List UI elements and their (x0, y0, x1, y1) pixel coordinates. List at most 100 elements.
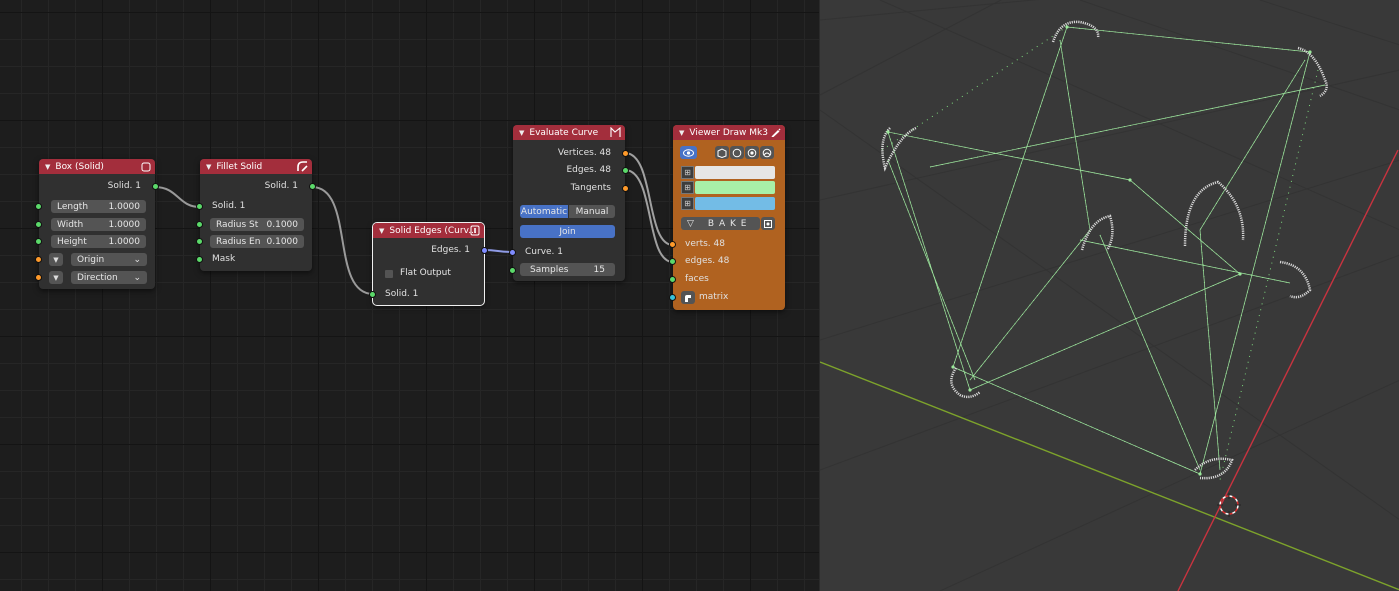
join-button[interactable]: Join (520, 225, 615, 238)
filleted-box-wireframe (881, 20, 1328, 481)
chevron-down-icon: ⌄ (133, 254, 141, 265)
collapse-caret-icon[interactable]: ▼ (379, 227, 384, 235)
pencil-icon (770, 127, 781, 138)
edge-color-swatch[interactable] (695, 181, 775, 194)
direction-socket[interactable] (35, 274, 42, 281)
chevron-down-icon: ⌄ (133, 272, 141, 283)
origin-dropdown[interactable]: Origin ⌄ (71, 253, 147, 266)
edge-color-toggle[interactable]: ⊞ (681, 181, 694, 194)
sphere-icon (747, 148, 757, 157)
fillet-icon (297, 161, 308, 172)
input-label: Solid. 1 (212, 201, 246, 211)
fillet-solid-node[interactable]: ▼ Fillet Solid Solid. 1 Solid. 1 Radius … (196, 159, 316, 271)
box-solid-node[interactable]: ▼ Box (Solid) Solid. 1 Length 1.0000 Wid… (35, 159, 159, 289)
origin-socket[interactable] (35, 256, 42, 263)
eye-toggle-button[interactable] (680, 146, 697, 159)
width-field[interactable]: Width 1.0000 (51, 218, 146, 231)
samples-label: Samples (530, 264, 569, 275)
radius-start-value: 0.1000 (266, 219, 299, 230)
flat-output-checkbox[interactable] (385, 270, 393, 278)
bake-options-button[interactable] (761, 217, 775, 230)
display-edges-toggle[interactable] (730, 146, 744, 159)
solid-edges-header[interactable]: ▼ Solid Edges (Curv... (373, 223, 484, 238)
display-vertices-toggle[interactable] (715, 146, 729, 159)
collapse-caret-icon[interactable]: ▼ (679, 129, 684, 137)
radius-start-socket[interactable] (196, 221, 203, 228)
output-label: Solid. 1 (107, 181, 141, 191)
display-matcap-toggle[interactable] (760, 146, 774, 159)
collapse-caret-icon[interactable]: ▼ (206, 163, 211, 171)
flat-output-label: Flat Output (400, 268, 451, 278)
3d-viewport[interactable] (819, 0, 1399, 591)
edges-output-socket[interactable] (622, 167, 629, 174)
bake-button[interactable]: ▽ B A K E (681, 217, 760, 230)
node-title: Viewer Draw Mk3 (689, 127, 768, 138)
vertices-output-socket[interactable] (622, 150, 629, 157)
eye-icon (683, 148, 694, 157)
viewer-draw-header[interactable]: ▼ Viewer Draw Mk3 (673, 125, 785, 140)
input-label: Solid. 1 (385, 289, 419, 299)
manual-label: Manual (575, 206, 609, 217)
mode-manual-button[interactable]: Manual (569, 205, 615, 218)
solid-output-socket[interactable] (309, 183, 316, 190)
length-socket[interactable] (35, 203, 42, 210)
node-title: Solid Edges (Curv... (389, 225, 477, 236)
face-color-swatch[interactable] (695, 197, 775, 210)
node-editor[interactable]: ▼ Box (Solid) Solid. 1 Length 1.0000 Wid… (0, 0, 819, 591)
display-faces-toggle[interactable] (745, 146, 759, 159)
radius-start-label: Radius St (216, 219, 259, 230)
vertex-color-toggle[interactable]: ⊞ (681, 166, 694, 179)
radius-start-field[interactable]: Radius St 0.1000 (210, 218, 304, 231)
edges-label: edges. 48 (685, 256, 730, 266)
node-title: Fillet Solid (216, 161, 263, 172)
direction-expand-button[interactable]: ▼ (49, 271, 63, 284)
cube-icon (140, 161, 151, 172)
collapse-caret-icon[interactable]: ▼ (519, 129, 524, 137)
tangents-label: Tangents (570, 183, 611, 193)
y-axis-line (1177, 149, 1399, 591)
solid-output-socket[interactable] (152, 183, 159, 190)
origin-label: Origin (77, 254, 105, 265)
viewport-scene (820, 0, 1399, 591)
frame-icon (764, 219, 772, 228)
verts-label: verts. 48 (685, 239, 725, 249)
edges-icon (469, 225, 480, 236)
height-socket[interactable] (35, 238, 42, 245)
link-edges-viewer (624, 169, 674, 263)
viewer-draw-node[interactable]: ▼ Viewer Draw Mk3 ⊞ ⊞ ⊞ ▽ B A K E verts.… (669, 125, 785, 310)
edges-output-socket[interactable] (481, 247, 488, 254)
samples-field[interactable]: Samples 15 (520, 263, 615, 276)
radius-end-field[interactable]: Radius En 0.1000 (210, 235, 304, 248)
length-field[interactable]: Length 1.0000 (51, 200, 146, 213)
vertex-color-swatch[interactable] (695, 166, 775, 179)
solid-edges-node[interactable]: ▼ Solid Edges (Curv... Edges. 1 Flat Out… (369, 222, 488, 306)
link-fillet-edges (311, 186, 374, 295)
join-label: Join (559, 226, 576, 237)
radius-end-socket[interactable] (196, 238, 203, 245)
evaluate-curve-header[interactable]: ▼ Evaluate Curve (513, 125, 625, 140)
samples-value: 15 (593, 264, 605, 275)
direction-label: Direction (77, 272, 118, 283)
vertex-points (886, 25, 1312, 476)
floor-grid (820, 0, 1399, 591)
samples-socket[interactable] (509, 267, 516, 274)
bake-label: B A K E (707, 218, 748, 229)
edges-label: Edges. 48 (566, 165, 611, 175)
node-title: Box (Solid) (55, 161, 104, 172)
curve-input-label: Curve. 1 (525, 247, 563, 257)
collapse-caret-icon[interactable]: ▼ (45, 163, 50, 171)
tangents-output-socket[interactable] (622, 185, 629, 192)
origin-expand-button[interactable]: ▼ (49, 253, 63, 266)
evaluate-curve-node[interactable]: ▼ Evaluate Curve Vertices. 48 Edges. 48 … (509, 125, 629, 281)
face-color-toggle[interactable]: ⊞ (681, 197, 694, 210)
direction-dropdown[interactable]: Direction ⌄ (71, 271, 147, 284)
box-solid-header[interactable]: ▼ Box (Solid) (39, 159, 155, 174)
length-value: 1.0000 (108, 201, 141, 212)
height-field[interactable]: Height 1.0000 (51, 235, 146, 248)
fillet-solid-header[interactable]: ▼ Fillet Solid (200, 159, 312, 174)
mask-label: Mask (212, 254, 236, 264)
width-socket[interactable] (35, 221, 42, 228)
circle-icon (732, 148, 742, 157)
mode-automatic-button[interactable]: Automatic (520, 205, 568, 218)
triangle-down-icon: ▽ (687, 218, 694, 229)
